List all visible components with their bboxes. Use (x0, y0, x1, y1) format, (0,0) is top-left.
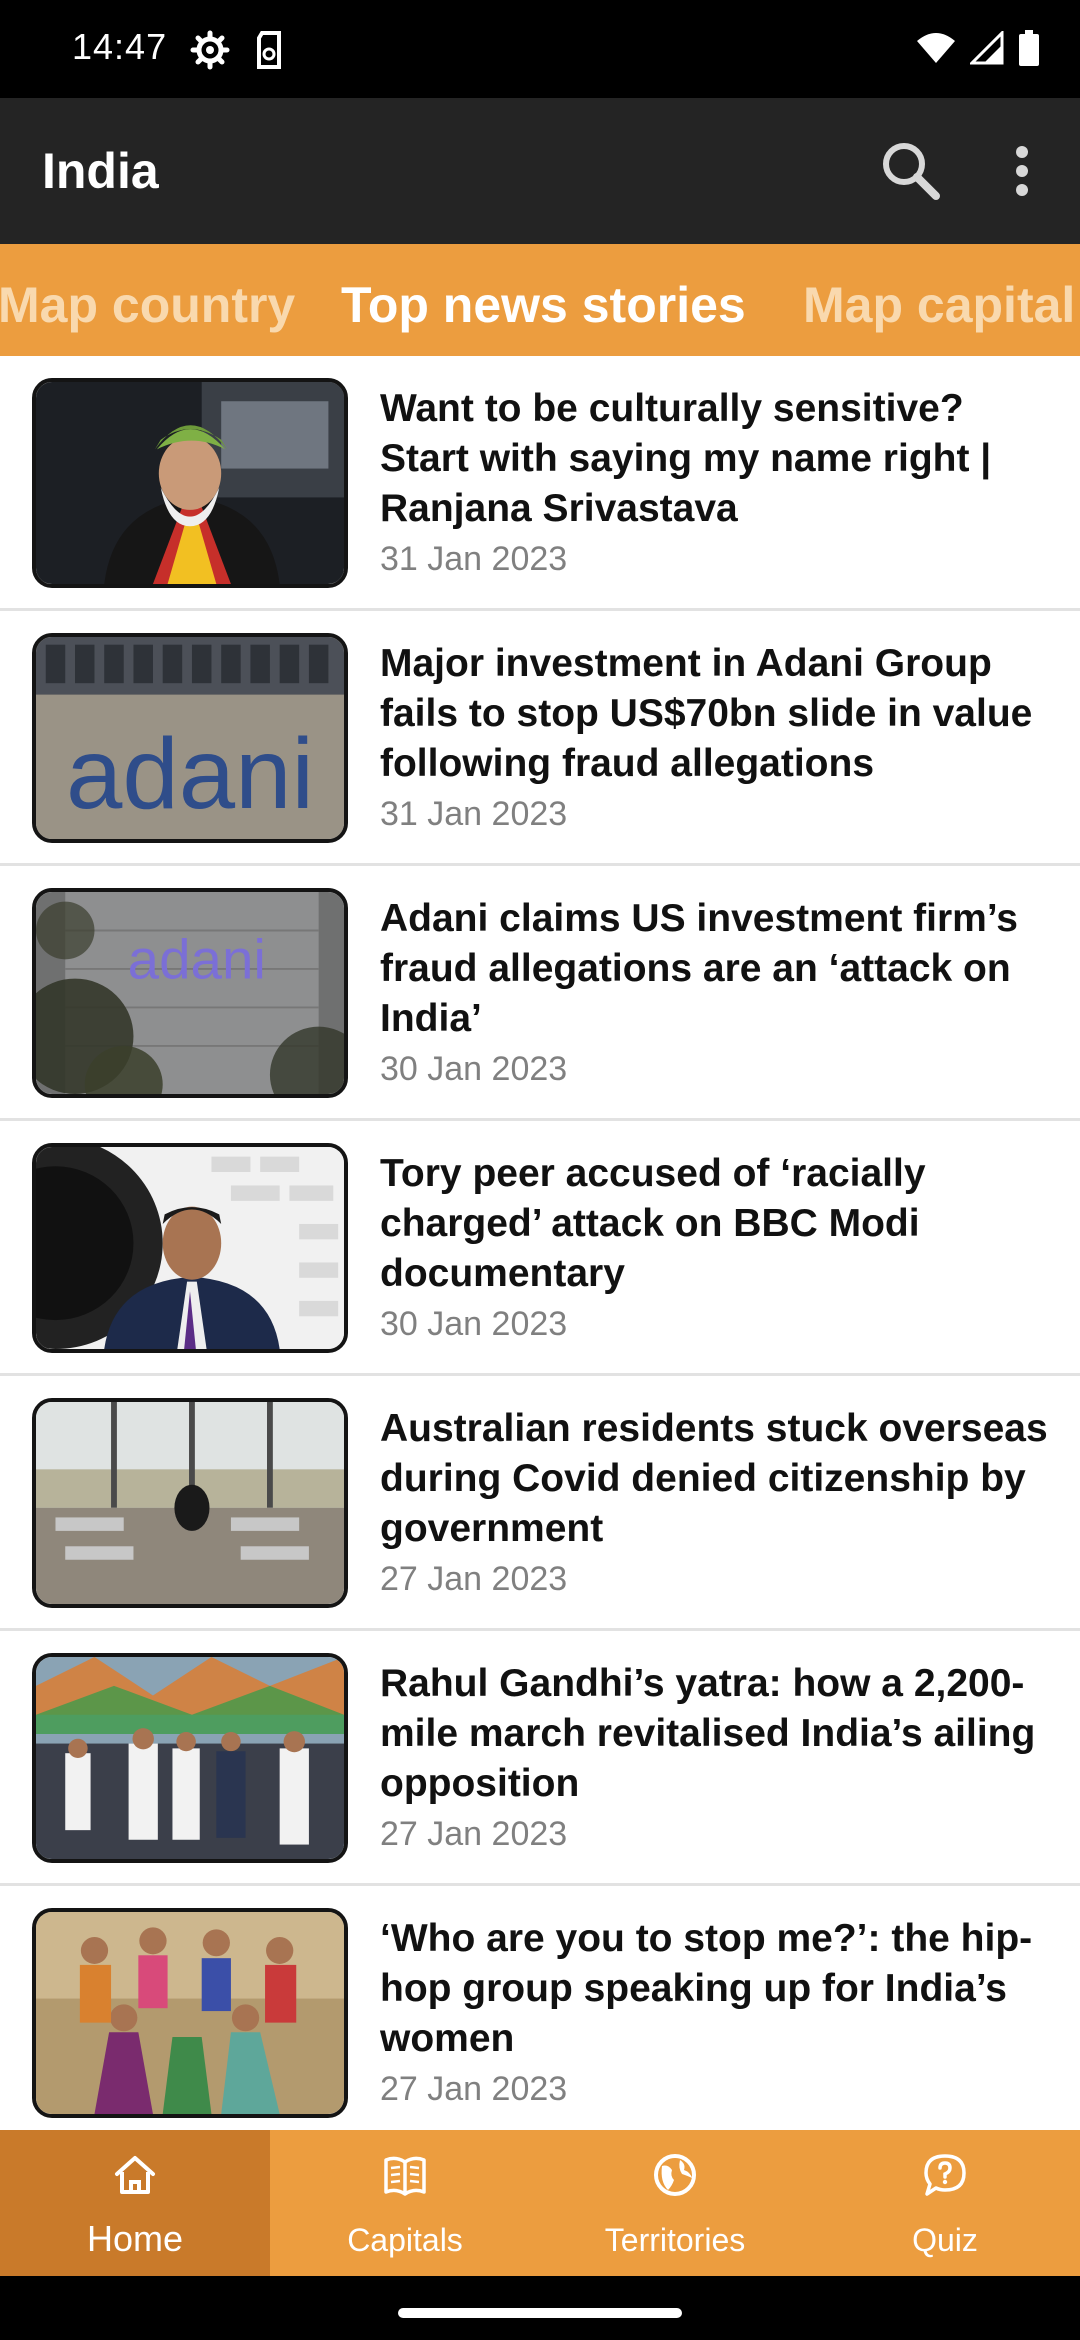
news-date: 31 Jan 2023 (380, 795, 568, 833)
settings-gear-icon (190, 30, 230, 70)
news-thumbnail (32, 1908, 348, 2118)
globe-icon (652, 2152, 698, 2198)
news-headline: ‘Who are you to stop me?’: the hip-hop g… (380, 1917, 1033, 2060)
news-item[interactable]: adani Major investment in Adani Group fa… (0, 611, 1080, 866)
tab-strip: Map country Top news stories Map capital (0, 244, 1080, 356)
home-gesture-handle[interactable] (398, 2308, 682, 2318)
news-thumbnail: adani (32, 888, 348, 1098)
search-icon[interactable] (876, 136, 946, 206)
app-bar: India (0, 98, 1080, 244)
news-thumbnail (32, 1398, 348, 1608)
news-item[interactable]: adani Adani claims US investment firm’s … (0, 866, 1080, 1121)
tab-top-news-stories[interactable]: Top news stories (341, 276, 746, 334)
news-item[interactable]: Want to be culturally sensitive? Start w… (0, 356, 1080, 611)
sd-card-icon (254, 30, 284, 70)
news-date: 30 Jan 2023 (380, 1305, 568, 1343)
system-navigation-area (0, 2276, 1080, 2340)
battery-icon (1018, 29, 1040, 71)
nav-capitals[interactable]: Capitals (270, 2130, 540, 2276)
news-item[interactable]: Australian residents stuck overseas duri… (0, 1376, 1080, 1631)
news-item[interactable]: Rahul Gandhi’s yatra: how a 2,200-mile m… (0, 1631, 1080, 1886)
adani-logo-text: adani (66, 719, 314, 830)
nav-home[interactable]: Home (0, 2130, 270, 2276)
tab-map-capital[interactable]: Map capital (803, 276, 1075, 334)
news-thumbnail (32, 1143, 348, 1353)
nav-label-quiz: Quiz (912, 2222, 978, 2258)
book-icon (382, 2152, 428, 2198)
news-date: 30 Jan 2023 (380, 1050, 568, 1088)
news-headline: Want to be culturally sensitive? Start w… (380, 387, 992, 530)
status-bar: 14:47 (0, 0, 1080, 98)
news-date: 27 Jan 2023 (380, 1815, 568, 1853)
news-headline: Australian residents stuck overseas duri… (380, 1407, 1048, 1550)
cellular-signal-icon (968, 28, 1004, 70)
status-time: 14:47 (72, 26, 168, 67)
page-title: India (42, 143, 159, 199)
adani-sign-text: adani (128, 928, 266, 991)
chat-question-icon (922, 2152, 968, 2198)
more-vert-icon[interactable] (1000, 136, 1044, 206)
news-item[interactable]: ‘Who are you to stop me?’: the hip-hop g… (0, 1886, 1080, 2130)
news-item[interactable]: Tory peer accused of ‘racially charged’ … (0, 1121, 1080, 1376)
nav-label-capitals: Capitals (347, 2222, 463, 2258)
wifi-icon (916, 31, 956, 70)
tab-map-country[interactable]: Map country (0, 276, 295, 334)
nav-label-home: Home (86, 2218, 184, 2259)
home-icon (112, 2152, 158, 2198)
nav-quiz[interactable]: Quiz (810, 2130, 1080, 2276)
nav-label-territories: Territories (604, 2222, 746, 2258)
news-thumbnail: adani (32, 633, 348, 843)
news-date: 27 Jan 2023 (380, 1560, 568, 1598)
news-headline: Major investment in Adani Group fails to… (380, 642, 1033, 785)
news-list: Want to be culturally sensitive? Start w… (0, 356, 1080, 2130)
news-headline: Rahul Gandhi’s yatra: how a 2,200-mile m… (380, 1662, 1036, 1805)
news-headline: Tory peer accused of ‘racially charged’ … (380, 1152, 926, 1295)
news-thumbnail (32, 1653, 348, 1863)
news-thumbnail (32, 378, 348, 588)
nav-territories[interactable]: Territories (540, 2130, 810, 2276)
news-date: 27 Jan 2023 (380, 2070, 568, 2108)
news-headline: Adani claims US investment firm’s fraud … (380, 897, 1018, 1040)
news-date: 31 Jan 2023 (380, 540, 568, 578)
bottom-navigation: Home Capitals Territories Quiz (0, 2130, 1080, 2276)
